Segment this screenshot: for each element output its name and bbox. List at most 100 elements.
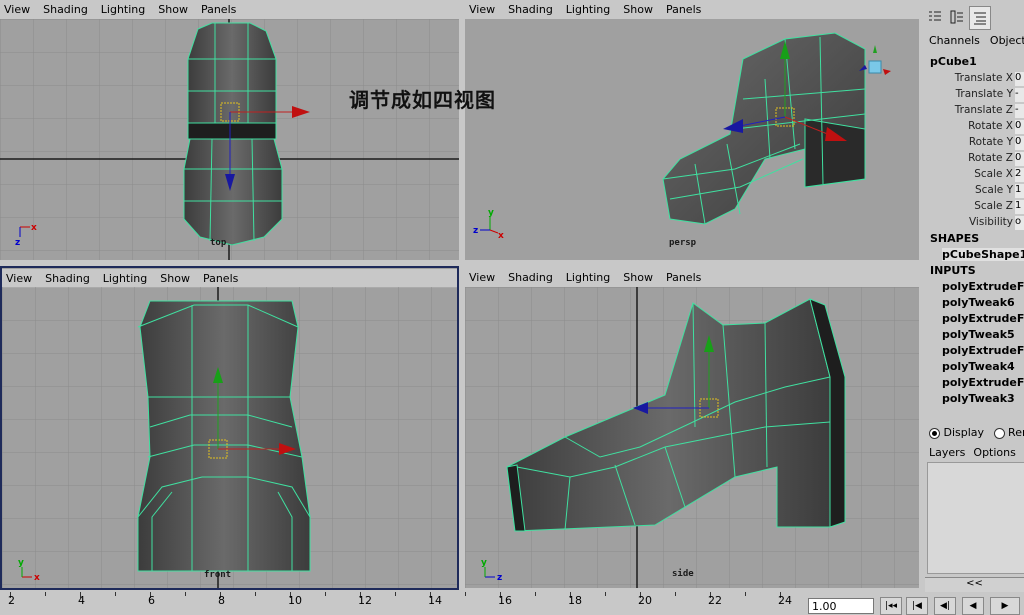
- viewport-top[interactable]: View Shading Lighting Show Panels xz top: [0, 0, 459, 260]
- input-node[interactable]: polyTweak4: [942, 360, 1015, 373]
- attr-value[interactable]: 0: [1015, 136, 1024, 150]
- side-view-canvas[interactable]: yz: [465, 287, 919, 588]
- menu-options[interactable]: Options: [973, 446, 1015, 459]
- menu-show[interactable]: Show: [158, 3, 188, 16]
- attr-label[interactable]: Scale Z: [925, 200, 1013, 212]
- frame-label: 10: [288, 594, 302, 607]
- frame-label: 24: [778, 594, 792, 607]
- menu-view[interactable]: View: [6, 272, 32, 285]
- attr-label[interactable]: Translate X: [925, 72, 1013, 84]
- menu-shading[interactable]: Shading: [45, 272, 90, 285]
- go-start-icon[interactable]: |◀: [906, 597, 928, 615]
- menu-view[interactable]: View: [469, 271, 495, 284]
- frame-label: 12: [358, 594, 372, 607]
- input-node[interactable]: polyExtrudeFac: [942, 280, 1024, 293]
- display-radio[interactable]: [929, 427, 940, 439]
- menu-show[interactable]: Show: [160, 272, 190, 285]
- menu-panels[interactable]: Panels: [666, 3, 701, 16]
- input-node[interactable]: polyExtrudeFac: [942, 376, 1024, 389]
- attr-value[interactable]: 2: [1015, 168, 1024, 182]
- frame-label: 22: [708, 594, 722, 607]
- attr-value[interactable]: o: [1015, 216, 1024, 230]
- attr-label[interactable]: Translate Z: [925, 104, 1013, 116]
- frame-tick: [465, 592, 466, 596]
- attribute-editor-icon[interactable]: [947, 6, 967, 28]
- input-node[interactable]: polyExtrudeFac: [942, 312, 1024, 325]
- persp-view-canvas[interactable]: yz x: [465, 19, 919, 260]
- menu-shading[interactable]: Shading: [508, 271, 553, 284]
- svg-text:x: x: [34, 573, 40, 583]
- menu-view[interactable]: View: [469, 3, 495, 16]
- current-frame-field[interactable]: 1.00: [808, 598, 874, 614]
- channel-box-icon[interactable]: [925, 6, 945, 28]
- channel-box-panel: Channels Object pCube1 Translate X 0 Tra…: [921, 0, 1024, 592]
- step-back-key-icon[interactable]: |◂◂: [880, 597, 902, 615]
- attr-value[interactable]: 0: [1015, 72, 1024, 86]
- camera-label-side: side: [672, 569, 694, 579]
- viewport-side[interactable]: View Shading Lighting Show Panels yz sid…: [465, 268, 919, 588]
- attr-value[interactable]: 0: [1015, 152, 1024, 166]
- tab-channels[interactable]: Channels: [929, 34, 980, 47]
- time-slider[interactable]: 2 4 6 8 10 12 14 16 18 20 22 24: [0, 592, 806, 615]
- menu-layers[interactable]: Layers: [929, 446, 965, 459]
- shapes-header: SHAPES: [930, 232, 980, 245]
- layer-editor: Display Ren Layers Options H: [925, 420, 1024, 580]
- menu-lighting[interactable]: Lighting: [566, 271, 610, 284]
- attr-label[interactable]: Scale X: [925, 168, 1013, 180]
- boot-mesh-top: [183, 22, 283, 246]
- overlay-instruction-text: 调节成如四视图: [349, 88, 496, 112]
- play-forward-icon[interactable]: ▶: [990, 597, 1020, 615]
- render-radio[interactable]: [993, 427, 1005, 439]
- menu-panels[interactable]: Panels: [666, 271, 701, 284]
- layer-list[interactable]: [927, 462, 1024, 574]
- attr-value[interactable]: 0: [1015, 120, 1024, 134]
- attr-label[interactable]: Scale Y: [925, 184, 1013, 196]
- menu-lighting[interactable]: Lighting: [103, 272, 147, 285]
- attr-label[interactable]: Rotate Y: [925, 136, 1013, 148]
- attr-value[interactable]: 1: [1015, 184, 1024, 198]
- svg-text:z: z: [473, 226, 478, 236]
- menu-panels[interactable]: Panels: [201, 3, 236, 16]
- menu-shading[interactable]: Shading: [508, 3, 553, 16]
- shape-node[interactable]: pCubeShape1: [942, 248, 1024, 261]
- viewport-persp[interactable]: View Shading Lighting Show Panels y z x …: [465, 0, 919, 260]
- tool-settings-icon[interactable]: [969, 6, 991, 30]
- input-node[interactable]: polyTweak6: [942, 296, 1015, 309]
- inputs-header: INPUTS: [930, 264, 976, 277]
- input-node[interactable]: polyTweak5: [942, 328, 1015, 341]
- svg-text:z: z: [15, 238, 20, 248]
- attr-value[interactable]: -: [1015, 88, 1024, 102]
- frame-label: 8: [218, 594, 225, 607]
- viewport-front[interactable]: View Shading Lighting Show Panels yx fro…: [0, 266, 459, 590]
- svg-text:x: x: [498, 231, 504, 241]
- viewport-menu-bar: View Shading Lighting Show Panels: [465, 0, 919, 19]
- menu-panels[interactable]: Panels: [203, 272, 238, 285]
- play-back-icon[interactable]: ◀: [962, 597, 984, 615]
- top-view-canvas[interactable]: xz: [0, 19, 459, 260]
- attr-value[interactable]: -: [1015, 104, 1024, 118]
- attr-label[interactable]: Visibility: [925, 216, 1013, 228]
- frame-tick: [605, 592, 606, 596]
- frame-tick: [185, 592, 186, 596]
- step-back-icon[interactable]: ◀|: [934, 597, 956, 615]
- render-label: Ren: [1008, 426, 1024, 439]
- attr-label[interactable]: Translate Y: [925, 88, 1013, 100]
- input-node[interactable]: polyTweak3: [942, 392, 1015, 405]
- object-name[interactable]: pCube1: [930, 55, 977, 68]
- front-view-canvas[interactable]: yx: [2, 287, 457, 588]
- collapse-button[interactable]: <<: [925, 577, 1024, 592]
- attr-label[interactable]: Rotate X: [925, 120, 1013, 132]
- menu-show[interactable]: Show: [623, 271, 653, 284]
- menu-view[interactable]: View: [4, 3, 30, 16]
- menu-lighting[interactable]: Lighting: [566, 3, 610, 16]
- tab-object[interactable]: Object: [990, 34, 1024, 47]
- menu-shading[interactable]: Shading: [43, 3, 88, 16]
- svg-text:z: z: [497, 573, 502, 583]
- attr-value[interactable]: 1: [1015, 200, 1024, 214]
- menu-lighting[interactable]: Lighting: [101, 3, 145, 16]
- attr-label[interactable]: Rotate Z: [925, 152, 1013, 164]
- layer-menu: Layers Options H: [929, 446, 1024, 459]
- input-node[interactable]: polyExtrudeFac: [942, 344, 1024, 357]
- channel-box: pCube1 Translate X 0 Translate Y - Trans…: [925, 52, 1024, 412]
- menu-show[interactable]: Show: [623, 3, 653, 16]
